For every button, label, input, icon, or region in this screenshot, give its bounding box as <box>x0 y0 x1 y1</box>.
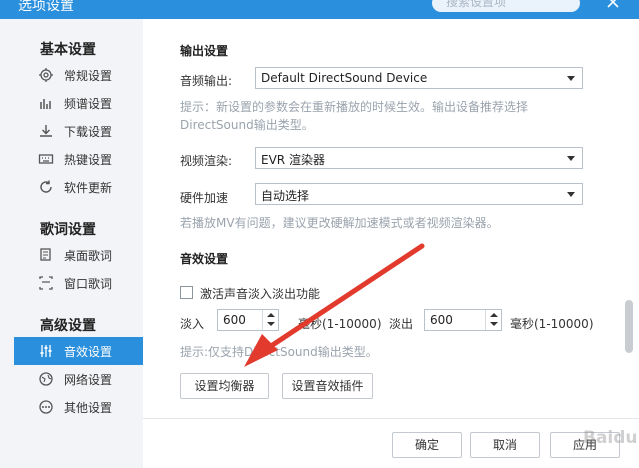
sidebar-item-general[interactable]: 常规设置 <box>14 61 143 89</box>
fadeout-label: 淡出 <box>389 317 414 331</box>
sidebar-item-label: 频谱设置 <box>64 97 113 111</box>
section-title-advanced: 高级设置 <box>40 318 96 334</box>
output-heading: 输出设置 <box>180 44 229 58</box>
video-render-select[interactable]: EVR 渲染器 <box>255 147 583 169</box>
sidebar-item-label: 网络设置 <box>64 373 113 387</box>
fadeout-stepper[interactable]: 600 <box>424 309 502 331</box>
sidebar-item-update[interactable]: 软件更新 <box>14 173 143 201</box>
fade-checkbox[interactable] <box>180 286 193 299</box>
sidebar-item-label: 软件更新 <box>64 181 113 195</box>
section-title-basic: 基本设置 <box>40 42 96 58</box>
video-render-value: EVR 渲染器 <box>261 153 325 167</box>
hw-accel-label: 硬件加速 <box>180 191 229 205</box>
hw-accel-select[interactable]: 自动选择 <box>255 183 583 205</box>
chevron-up-icon <box>490 313 498 317</box>
window-lyrics-icon <box>39 276 53 290</box>
window-title: 选项设置 <box>18 0 74 14</box>
search-input[interactable]: 搜索设置项 <box>432 0 580 12</box>
desktop-lyrics-icon <box>40 248 51 261</box>
fadein-stepper-buttons[interactable] <box>262 310 278 330</box>
chevron-up-icon <box>267 313 275 317</box>
download-icon <box>40 125 52 137</box>
chevron-down-icon <box>267 322 275 326</box>
hint-hw-accel: 若播放MV有问题，建议更改硬解加速模式或者视频渲染器。 <box>180 216 499 230</box>
ok-button[interactable]: 确定 <box>392 432 462 458</box>
title-bar: 选项设置 搜索设置项 <box>0 0 639 19</box>
audio-output-value: Default DirectSound Device <box>261 71 428 85</box>
scrollbar[interactable] <box>625 300 633 353</box>
sidebar-item-hotkey[interactable]: 热键设置 <box>14 145 143 173</box>
footer-divider <box>143 418 639 419</box>
cancel-button[interactable]: 取消 <box>470 432 540 458</box>
watermark: Baidu 经验 <box>583 428 639 448</box>
refresh-icon <box>40 180 52 193</box>
effects-heading: 音效设置 <box>180 252 229 266</box>
sidebar-item-label: 桌面歌词 <box>64 249 113 263</box>
sidebar-item-label: 窗口歌词 <box>64 277 113 291</box>
fadeout-unit: 毫秒(1-10000) <box>510 317 594 331</box>
section-title-lyrics: 歌词设置 <box>40 222 96 238</box>
fadein-value: 600 <box>223 313 246 327</box>
fadein-unit: 毫秒(1-10000) <box>298 317 382 331</box>
globe-icon <box>39 372 53 386</box>
sidebar: 基本设置 常规设置 频谱设置 下载设置 热键设置 软件更新 歌词设置 桌面歌词 … <box>0 19 143 468</box>
chevron-down-icon <box>567 192 575 197</box>
sidebar-item-spectrum[interactable]: 频谱设置 <box>14 89 143 117</box>
effect-plugin-button[interactable]: 设置音效插件 <box>282 373 373 399</box>
keyboard-icon <box>38 154 54 164</box>
sidebar-item-label: 其他设置 <box>64 401 113 415</box>
equalizer-icon <box>40 345 52 357</box>
sidebar-item-other[interactable]: 其他设置 <box>14 393 143 421</box>
fadeout-value: 600 <box>430 313 453 327</box>
equalizer-button[interactable]: 设置均衡器 <box>180 373 269 399</box>
fade-label: 激活声音淡入淡出功能 <box>200 287 321 301</box>
fadein-stepper[interactable]: 600 <box>217 309 279 331</box>
sidebar-item-desktop-lyrics[interactable]: 桌面歌词 <box>14 241 143 269</box>
hint-effects: 提示:仅支持DirectSound输出类型。 <box>180 345 378 359</box>
spectrum-icon <box>40 99 51 109</box>
sidebar-item-label: 常规设置 <box>64 69 113 83</box>
gear-icon <box>39 68 53 82</box>
close-icon[interactable] <box>605 0 621 10</box>
more-icon <box>39 400 53 414</box>
sidebar-item-label: 音效设置 <box>64 345 113 359</box>
video-render-label: 视频渲染: <box>180 154 233 168</box>
chevron-down-icon <box>567 76 575 81</box>
chevron-down-icon <box>490 322 498 326</box>
hw-accel-value: 自动选择 <box>261 189 310 203</box>
audio-output-label: 音频输出: <box>180 74 233 88</box>
sidebar-item-sound-effects[interactable]: 音效设置 <box>14 337 143 365</box>
sidebar-item-network[interactable]: 网络设置 <box>14 365 143 393</box>
sidebar-item-label: 热键设置 <box>64 153 113 167</box>
sidebar-item-label: 下载设置 <box>64 125 113 139</box>
hint-output-line1: 提示：新设置的参数会在重新播放的时候生效。输出设备推荐选择 <box>180 100 529 114</box>
fadein-label: 淡入 <box>180 317 205 331</box>
fadeout-stepper-buttons[interactable] <box>485 310 501 330</box>
chevron-down-icon <box>567 156 575 161</box>
hint-output-line2: DirectSound输出类型。 <box>180 118 314 132</box>
audio-output-select[interactable]: Default DirectSound Device <box>255 67 583 89</box>
sidebar-item-download[interactable]: 下载设置 <box>14 117 143 145</box>
sidebar-item-window-lyrics[interactable]: 窗口歌词 <box>14 269 143 297</box>
settings-panel: 输出设置 音频输出: Default DirectSound Device 提示… <box>143 19 639 468</box>
